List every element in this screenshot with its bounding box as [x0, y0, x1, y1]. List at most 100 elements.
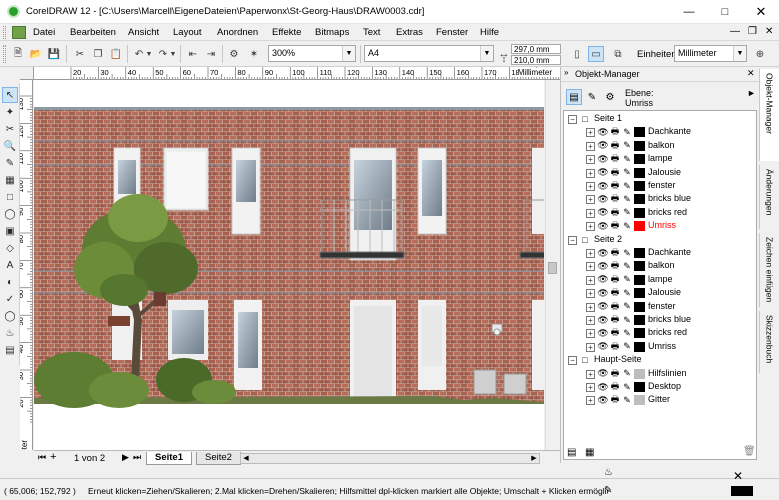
side-tab-skizzenbuch[interactable]: Skizzenbuch: [759, 311, 779, 373]
polygon-tool-icon[interactable]: ▣: [2, 223, 18, 239]
chevron-down-icon[interactable]: ▼: [342, 46, 355, 61]
fill-indicator-icon[interactable]: ♨: [604, 467, 613, 478]
visible-eye-icon[interactable]: 👁: [597, 167, 608, 178]
scroll-right-icon[interactable]: ▶: [529, 454, 539, 463]
basic-shapes-tool-icon[interactable]: ◇: [2, 240, 18, 256]
scroll-left-icon[interactable]: ◀: [241, 454, 251, 463]
tree-layer[interactable]: + 👁 🖶 ✎ fenster: [564, 301, 754, 314]
drawing-canvas[interactable]: [34, 80, 544, 450]
visible-eye-icon[interactable]: 👁: [597, 368, 608, 379]
printable-icon[interactable]: 🖶: [610, 126, 620, 137]
expand-icon[interactable]: +: [586, 155, 595, 165]
redo-dropdown-icon[interactable]: ▼: [169, 46, 177, 62]
editable-pencil-icon[interactable]: ✎: [622, 181, 632, 191]
editable-pencil-icon[interactable]: ✎: [622, 274, 632, 285]
visible-eye-icon[interactable]: 👁: [597, 207, 608, 218]
expand-icon[interactable]: +: [586, 329, 595, 339]
editable-pencil-icon[interactable]: ✎: [622, 301, 632, 312]
tab-seite1[interactable]: Seite1: [146, 452, 192, 465]
visible-eye-icon[interactable]: 👁: [597, 248, 608, 258]
smart-fill-tool-icon[interactable]: ▦: [2, 172, 18, 188]
printable-icon[interactable]: 🖶: [610, 327, 620, 338]
layer-color-swatch[interactable]: [634, 315, 645, 325]
editable-pencil-icon[interactable]: ✎: [622, 194, 632, 204]
visible-eye-icon[interactable]: 👁: [597, 154, 608, 164]
units-combo[interactable]: Millimeter ▼: [674, 45, 747, 62]
visible-eye-icon[interactable]: 👁: [597, 341, 608, 352]
new-master-layer-icon[interactable]: ▦: [585, 447, 594, 458]
editable-pencil-icon[interactable]: ✎: [622, 395, 632, 405]
docker-close-icon[interactable]: ✕: [747, 68, 755, 79]
tree-layer[interactable]: + 👁 🖶 ✎ Desktop: [564, 381, 754, 394]
visible-eye-icon[interactable]: 👁: [597, 194, 608, 204]
side-tab-aenderungen[interactable]: Änderungen: [759, 165, 779, 229]
menubar-grip[interactable]: [3, 26, 6, 39]
menu-bitmaps[interactable]: Bitmaps: [315, 27, 349, 38]
last-page-icon[interactable]: ⏭: [133, 452, 141, 463]
layer-color-swatch[interactable]: [634, 341, 645, 352]
layer-color-swatch[interactable]: [634, 207, 645, 218]
menu-datei[interactable]: Datei: [33, 27, 55, 38]
menu-hilfe[interactable]: Hilfe: [480, 27, 499, 38]
editable-pencil-icon[interactable]: ✎: [622, 368, 632, 379]
editable-pencil-icon[interactable]: ✎: [622, 248, 632, 258]
printable-icon[interactable]: 🖶: [610, 274, 620, 285]
expand-icon[interactable]: +: [586, 168, 595, 178]
expand-icon[interactable]: +: [586, 141, 595, 151]
chevron-down-icon[interactable]: ▼: [480, 46, 493, 61]
printable-icon[interactable]: 🖶: [610, 301, 620, 312]
printable-icon[interactable]: 🖶: [610, 287, 620, 298]
layer-color-swatch[interactable]: [634, 301, 645, 312]
editable-pencil-icon[interactable]: ✎: [622, 315, 632, 325]
layer-manager-view-icon[interactable]: ⚙: [602, 89, 618, 105]
printable-icon[interactable]: 🖶: [610, 247, 620, 258]
layer-color-swatch[interactable]: [634, 274, 645, 285]
show-object-properties-icon[interactable]: ▤: [566, 89, 582, 105]
ruler-origin[interactable]: [20, 67, 34, 80]
collapse-icon[interactable]: −: [568, 356, 577, 366]
tree-layer[interactable]: + 👁 🖶 ✎ Umriss: [564, 341, 754, 354]
expand-icon[interactable]: +: [586, 302, 595, 312]
tree-layer[interactable]: + 👁 🖶 ✎ balkon: [564, 140, 754, 153]
menu-ansicht[interactable]: Ansicht: [128, 27, 159, 38]
tree-layer[interactable]: + 👁 🖶 ✎ Jalousie: [564, 167, 754, 180]
paste-icon[interactable]: 📋: [108, 46, 124, 62]
printable-icon[interactable]: 🖶: [610, 180, 620, 191]
menu-effekte[interactable]: Effekte: [272, 27, 301, 38]
nudge-icon[interactable]: ⊕: [752, 46, 768, 62]
layer-color-swatch[interactable]: [634, 181, 645, 191]
object-tree[interactable]: − □ Seite 1 + 👁 🖶 ✎ Dachkante + 👁 🖶 ✎ balkon + 👁 🖶 ✎ lamp…: [563, 110, 757, 460]
editable-pencil-icon[interactable]: ✎: [622, 207, 632, 218]
layer-color-swatch[interactable]: [634, 261, 645, 272]
expand-icon[interactable]: +: [586, 396, 595, 406]
visible-eye-icon[interactable]: 👁: [597, 315, 608, 325]
add-page-before-icon[interactable]: +: [50, 451, 56, 463]
expand-icon[interactable]: +: [586, 342, 595, 352]
editable-pencil-icon[interactable]: ✎: [622, 341, 632, 352]
tree-layer[interactable]: + 👁 🖶 ✎ bricks blue: [564, 193, 754, 206]
layer-color-swatch[interactable]: [634, 167, 645, 178]
visible-eye-icon[interactable]: 👁: [597, 127, 608, 137]
layer-color-swatch[interactable]: [634, 194, 645, 205]
coreldraw-app-icon[interactable]: [7, 5, 20, 18]
new-document-icon[interactable]: 🗎: [10, 46, 26, 62]
editable-pencil-icon[interactable]: ✎: [622, 382, 632, 392]
tree-layer[interactable]: + 👁 🖶 ✎ balkon: [564, 260, 754, 273]
visible-eye-icon[interactable]: 👁: [597, 140, 608, 151]
vertical-scrollbar[interactable]: [545, 80, 559, 450]
expand-icon[interactable]: +: [586, 369, 595, 379]
expand-icon[interactable]: +: [586, 275, 595, 285]
visible-eye-icon[interactable]: 👁: [597, 382, 608, 392]
docker-menu-icon[interactable]: ►: [747, 88, 756, 98]
collapse-icon[interactable]: −: [568, 115, 577, 124]
visible-eye-icon[interactable]: 👁: [597, 288, 608, 298]
zoom-tool-icon[interactable]: 🔍: [2, 138, 18, 154]
expand-icon[interactable]: +: [586, 289, 595, 299]
delete-trash-icon[interactable]: 🗑: [743, 446, 756, 457]
menu-anordnen[interactable]: Anordnen: [217, 27, 258, 38]
visible-eye-icon[interactable]: 👁: [597, 261, 608, 271]
doc-close-button[interactable]: ✕: [765, 26, 773, 37]
document-menu-icon[interactable]: [12, 26, 26, 39]
tree-layer[interactable]: + 👁 🖶 ✎ lampe: [564, 153, 754, 166]
interactive-blend-tool-icon[interactable]: ◐: [2, 274, 18, 290]
